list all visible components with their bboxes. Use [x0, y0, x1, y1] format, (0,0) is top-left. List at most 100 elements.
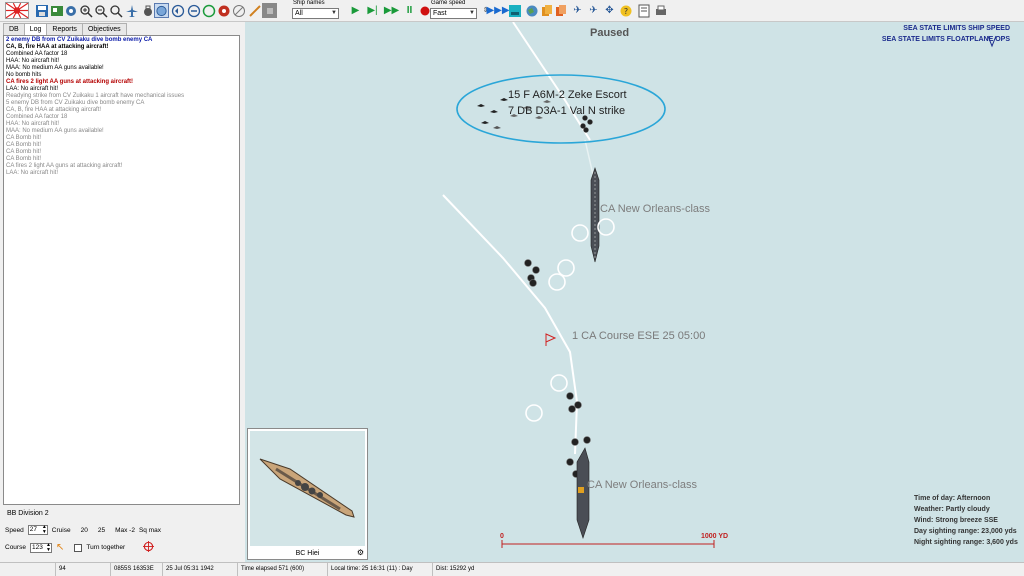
ship-ca-1[interactable] [590, 167, 600, 263]
japan-flag-icon[interactable] [5, 2, 29, 19]
inset-ship-name: BC Hiei [295, 550, 320, 557]
planes-icon[interactable]: ✈ [586, 3, 601, 18]
log-line: CA, B, fire HAA at attacking aircraft! [6, 44, 109, 50]
print-icon[interactable] [653, 3, 668, 18]
air-group-label-escort: 15 F A6M-2 Zeke Escort [508, 89, 627, 101]
wake-line [442, 194, 579, 455]
environment-info: Time of day: Afternoon Weather: Partly c… [914, 493, 1018, 548]
speed-25-value: 25 [97, 526, 106, 534]
pause-icon[interactable]: II [402, 3, 417, 18]
zoom-in-icon[interactable] [78, 3, 93, 18]
unit-panel: BB Division 2 Speed 27 ▲ ▼ Cruise 20 25 Ma… [3, 508, 240, 560]
tab-reports[interactable]: Reports [46, 23, 83, 35]
ship-names-select[interactable]: All ▼ [292, 8, 339, 19]
status-coords: 0855S 16353E [110, 563, 162, 576]
cruise-value: 20 [80, 526, 88, 534]
chevron-down-icon: ▼ [469, 10, 475, 16]
copy-icon[interactable] [553, 3, 568, 18]
fast-forward-icon[interactable]: ▶▶ [384, 3, 399, 18]
crosshair-icon[interactable] [143, 541, 155, 554]
status-date: 25 Jul 05:31 1942 [162, 563, 237, 576]
turn-together-checkbox[interactable] [74, 543, 83, 552]
scale-bar [501, 540, 715, 548]
chart-icon[interactable] [507, 3, 522, 18]
max-label: Max -2 [115, 526, 135, 534]
log-line: 2 enemy DB from CV Zuikaku dive bomb ene… [6, 37, 153, 43]
target-mode-icon[interactable] [154, 3, 169, 18]
rotate-left-icon[interactable] [170, 3, 185, 18]
tactical-map[interactable]: Paused SEA STATE LIMITS SHIP SPEED SEA S… [245, 22, 1024, 562]
unit-name: BB Division 2 [7, 510, 49, 517]
log-line: Combined AA factor 18 [6, 51, 68, 57]
speed-row: Speed 27 ▲ ▼ Cruise 20 25 Max -2 Sq max [5, 525, 161, 535]
speed-value: 27 [29, 526, 38, 533]
game-speed-value: Fast [433, 10, 447, 17]
scale-distance-label: 1000 YD [701, 533, 729, 540]
ship-lock-icon[interactable] [140, 3, 155, 18]
ship-label-1: CA New Orleans-class [600, 203, 711, 215]
help-icon[interactable]: ? [618, 3, 633, 18]
speed-stepper[interactable]: 27 ▲ ▼ [27, 524, 48, 535]
svg-text:?: ? [623, 7, 627, 16]
log-line: LAA: No aircraft hit! [6, 170, 59, 176]
wind: Wind: Strong breeze SSE [914, 517, 998, 524]
plane-icon[interactable]: ✈ [570, 3, 585, 18]
gear-icon[interactable] [63, 3, 78, 18]
log-line: CA Bomb hit! [6, 149, 42, 155]
cruise-label: Cruise [51, 526, 71, 534]
turn-together-label: Turn together [86, 544, 126, 551]
circle-green-icon[interactable] [201, 3, 216, 18]
ship-inset-view[interactable]: BC Hiei ⚙ [247, 428, 368, 560]
log-line: CA Bomb hit! [6, 135, 42, 141]
status-bar: 94 0855S 16353E 25 Jul 05:31 1942 Time e… [0, 562, 1024, 576]
globe-icon[interactable] [524, 3, 539, 18]
tab-db[interactable]: DB [3, 23, 25, 35]
move-arrows-icon[interactable]: ✥ [602, 3, 617, 18]
log-line: Combined AA factor 18 [6, 114, 68, 120]
log-line: No bomb hits [6, 72, 42, 78]
log-line: LAA: No aircraft hit! [6, 86, 59, 92]
combat-log[interactable]: 2 enemy DB from CV Zuikaku dive bomb ene… [3, 35, 240, 505]
log-line: CA fires 2 light AA guns at attacking ai… [6, 163, 123, 169]
toolbar: Ship names All ▼ ▶ ▶| ▶▶ II Game speed Fa… [0, 0, 1024, 22]
zoom-fit-icon[interactable] [108, 3, 123, 18]
game-speed-select[interactable]: Fast ▼ [430, 8, 477, 19]
log-line: CA Bomb hit! [6, 142, 42, 148]
status-time-elapsed: Time elapsed 571 (600) [237, 563, 327, 576]
play-icon[interactable]: ▶ [348, 3, 363, 18]
zoom-out-icon[interactable] [93, 3, 108, 18]
documents-icon[interactable] [539, 3, 554, 18]
pen-icon[interactable] [247, 3, 262, 18]
waypoint-flag-icon[interactable] [545, 333, 557, 346]
speed-label: Speed [5, 526, 24, 534]
stepper-arrows-icon: ▲ ▼ [41, 524, 47, 535]
night-sighting-range: Night sighting range: 3,600 yds [914, 539, 1018, 546]
zoom-map-icon[interactable] [49, 3, 64, 18]
wake-line [512, 22, 591, 141]
tab-objectives[interactable]: Objectives [81, 23, 127, 35]
slash-icon[interactable] [231, 3, 246, 18]
skip-forward-icon[interactable]: ▶▶▶ [486, 3, 509, 18]
ship-lock-icon[interactable]: ⚙ [357, 548, 364, 557]
panel-tabs: DB Log Reports Objectives [3, 23, 127, 36]
aircraft-icon[interactable] [124, 3, 139, 18]
helm-icon[interactable] [216, 3, 231, 18]
fire-damage-marker [578, 487, 584, 493]
status-distance: Dist: 15292 yd [432, 563, 522, 576]
status-value: 94 [55, 563, 110, 576]
gray-box-icon[interactable] [262, 3, 277, 18]
course-stepper[interactable]: 123 ▲ ▼ [29, 542, 52, 553]
log-line: HAA: No aircraft hit! [6, 58, 60, 64]
log-line: CA Bomb hit! [6, 156, 42, 162]
course-value: 123 [31, 543, 43, 551]
ship-label-2: CA New Orleans-class [587, 479, 698, 491]
log-line: 5 enemy DB from CV Zuikaku dive bomb ene… [6, 100, 145, 106]
sea-state-ship-speed: SEA STATE LIMITS SHIP SPEED [903, 25, 1010, 32]
log-line: MAA: No medium AA guns available! [6, 128, 104, 134]
chevron-down-icon: ▼ [331, 10, 337, 16]
save-icon[interactable] [34, 3, 49, 18]
report-icon[interactable] [636, 3, 651, 18]
minus-circle-icon[interactable] [186, 3, 201, 18]
course-arrow-icon[interactable]: ↖ [56, 542, 64, 553]
step-icon[interactable]: ▶| [365, 3, 380, 18]
